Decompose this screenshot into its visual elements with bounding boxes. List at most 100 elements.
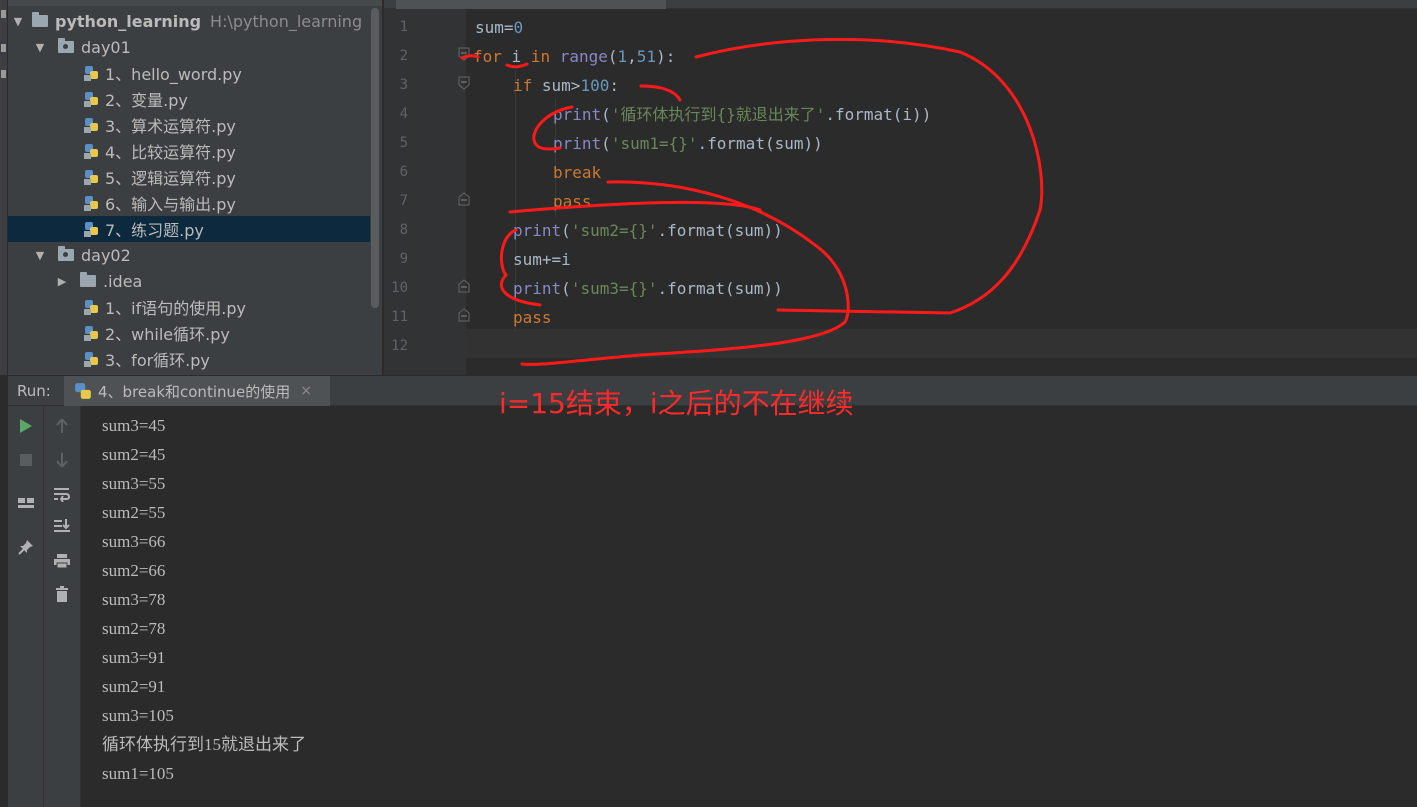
code-line-1[interactable]: sum=0 xyxy=(475,13,523,42)
run-toolbar-primary xyxy=(8,406,44,807)
python-file-icon xyxy=(84,222,98,237)
soft-wrap-button[interactable] xyxy=(52,484,72,504)
python-icon xyxy=(75,383,91,399)
expand-arrow-icon[interactable]: ▼ xyxy=(34,249,46,262)
project-tree-panel: ▼ python_learning H:\python_learning ▼ d… xyxy=(8,0,382,375)
window-edge-strip xyxy=(0,0,8,375)
package-folder-icon xyxy=(58,38,74,53)
tree-item-label: day02 xyxy=(81,245,131,265)
folder-icon xyxy=(32,12,48,27)
scroll-to-end-button[interactable] xyxy=(52,516,72,536)
tree-item-label: 7、练习题.py xyxy=(105,221,204,240)
tree-item-file[interactable]: 3、for循环.py xyxy=(8,346,370,372)
code-token: ( xyxy=(607,47,618,66)
collapsed-arrow-icon[interactable]: ▶ xyxy=(56,275,68,288)
tree-item-day02[interactable]: ▼ day02 xyxy=(8,242,370,268)
tree-item-label: 5、逻辑运算符.py xyxy=(105,169,236,188)
layout-button[interactable] xyxy=(16,493,36,513)
code-line-8[interactable]: print('sum2={}'.format(sum)) xyxy=(513,216,783,245)
code-line-11[interactable]: pass xyxy=(513,303,552,332)
code-token: 'sum1={}' xyxy=(610,134,698,153)
pin-icon xyxy=(18,540,33,555)
tree-item-file[interactable]: 5、逻辑运算符.py xyxy=(8,164,370,190)
scroll-down-button[interactable] xyxy=(52,450,72,470)
code-token: print xyxy=(553,105,602,124)
close-icon[interactable]: × xyxy=(300,383,312,399)
fold-end-icon[interactable] xyxy=(457,192,471,206)
editor-tab-strip xyxy=(384,0,1417,9)
code-token: sum xyxy=(475,18,504,37)
tree-item-file[interactable]: 2、变量.py xyxy=(8,86,370,112)
tree-item-label: .idea xyxy=(103,271,143,291)
stop-button[interactable] xyxy=(16,450,36,470)
console-line: sum3=45 xyxy=(102,416,166,435)
tree-item-file[interactable]: 6、输入与输出.py xyxy=(8,190,370,216)
code-editor[interactable]: 1 2 3 4 5 6 7 8 9 10 11 12 sum=0 for i i… xyxy=(384,0,1417,375)
pin-button[interactable] xyxy=(16,537,36,557)
caret-row-highlight xyxy=(466,329,1417,358)
expand-arrow-icon[interactable]: ▼ xyxy=(34,41,46,54)
fold-end-icon[interactable] xyxy=(457,308,471,322)
layout-icon xyxy=(18,498,34,508)
console-line: sum3=66 xyxy=(102,532,166,551)
tree-item-label: 4、比较运算符.py xyxy=(105,143,236,162)
code-line-9[interactable]: sum+=i xyxy=(513,245,571,274)
soft-wrap-icon xyxy=(54,488,71,502)
fold-collapse-icon[interactable] xyxy=(457,47,471,61)
tree-root-row[interactable]: ▼ python_learning H:\python_learning xyxy=(8,8,370,34)
editor-gutter: 1 2 3 4 5 6 7 8 9 10 11 12 xyxy=(384,9,470,375)
code-line-2[interactable]: for i in range(1,51): xyxy=(473,42,675,71)
project-panel-header-edge xyxy=(8,0,382,6)
clear-all-button[interactable] xyxy=(52,584,72,604)
annotation-note: i=15结束，i之后的不在继续 xyxy=(499,387,854,420)
run-config-tab[interactable]: 4、break和continue的使用 × xyxy=(64,376,330,406)
fold-collapse-icon[interactable] xyxy=(457,76,471,90)
rerun-button[interactable] xyxy=(16,416,36,436)
run-window-label: Run: xyxy=(17,382,51,400)
console-line: 循环体执行到15就退出来了 xyxy=(102,735,306,754)
code-token: pass xyxy=(513,308,552,327)
tree-item-file[interactable]: 4、比较运算符.py xyxy=(8,138,370,164)
python-file-icon xyxy=(84,326,98,341)
fold-end-icon[interactable] xyxy=(457,279,471,293)
strip-mark xyxy=(1,44,6,52)
code-token: sum xyxy=(513,250,542,269)
code-token: += xyxy=(541,250,562,269)
folder-icon xyxy=(80,272,96,287)
code-token: sum> xyxy=(532,76,581,95)
code-token: ): xyxy=(656,47,676,66)
tree-item-day01[interactable]: ▼ day01 xyxy=(8,34,370,60)
strip-mark xyxy=(1,10,6,18)
tree-item-label: 6、输入与输出.py xyxy=(105,195,236,214)
code-line-6[interactable]: break xyxy=(553,158,601,187)
play-icon xyxy=(20,419,32,433)
tree-item-file[interactable]: 3、算术运算符.py xyxy=(8,112,370,138)
code-line-3[interactable]: if sum>100: xyxy=(513,71,619,100)
code-token: , xyxy=(627,47,637,66)
editor-tab[interactable] xyxy=(396,0,666,9)
code-token: ( xyxy=(561,279,571,298)
line-number: 6 xyxy=(399,164,408,180)
project-scrollbar[interactable] xyxy=(371,8,379,308)
tree-item-idea[interactable]: ▶ .idea xyxy=(8,268,370,294)
code-line-7[interactable]: pass xyxy=(553,187,592,216)
code-line-10[interactable]: print('sum3={}'.format(sum)) xyxy=(513,274,783,303)
tree-item-file-selected[interactable]: 7、练习题.py xyxy=(8,216,370,242)
line-number: 7 xyxy=(399,193,408,209)
tree-item-label: 3、算术运算符.py xyxy=(105,117,236,136)
print-button[interactable] xyxy=(52,551,72,571)
line-number: 12 xyxy=(391,338,408,354)
scroll-up-button[interactable] xyxy=(52,416,72,436)
tree-item-file[interactable]: 1、hello_word.py xyxy=(8,60,370,86)
code-token: pass xyxy=(553,192,592,211)
run-console-output[interactable]: sum3=45 sum2=45 sum3=55 sum2=55 sum3=66 … xyxy=(82,406,1417,807)
tree-item-file[interactable]: 2、while循环.py xyxy=(8,320,370,346)
code-line-5[interactable]: print('sum1={}'.format(sum)) xyxy=(553,129,823,158)
line-number: 10 xyxy=(391,280,408,296)
code-token: print xyxy=(513,221,562,240)
code-token: break xyxy=(553,163,602,182)
tree-item-file[interactable]: 1、if语句的使用.py xyxy=(8,294,370,320)
code-line-4[interactable]: print('循环体执行到{}就退出来了'.format(i)) xyxy=(553,100,931,129)
package-folder-icon xyxy=(58,246,74,261)
expand-arrow-icon[interactable]: ▼ xyxy=(12,15,24,28)
